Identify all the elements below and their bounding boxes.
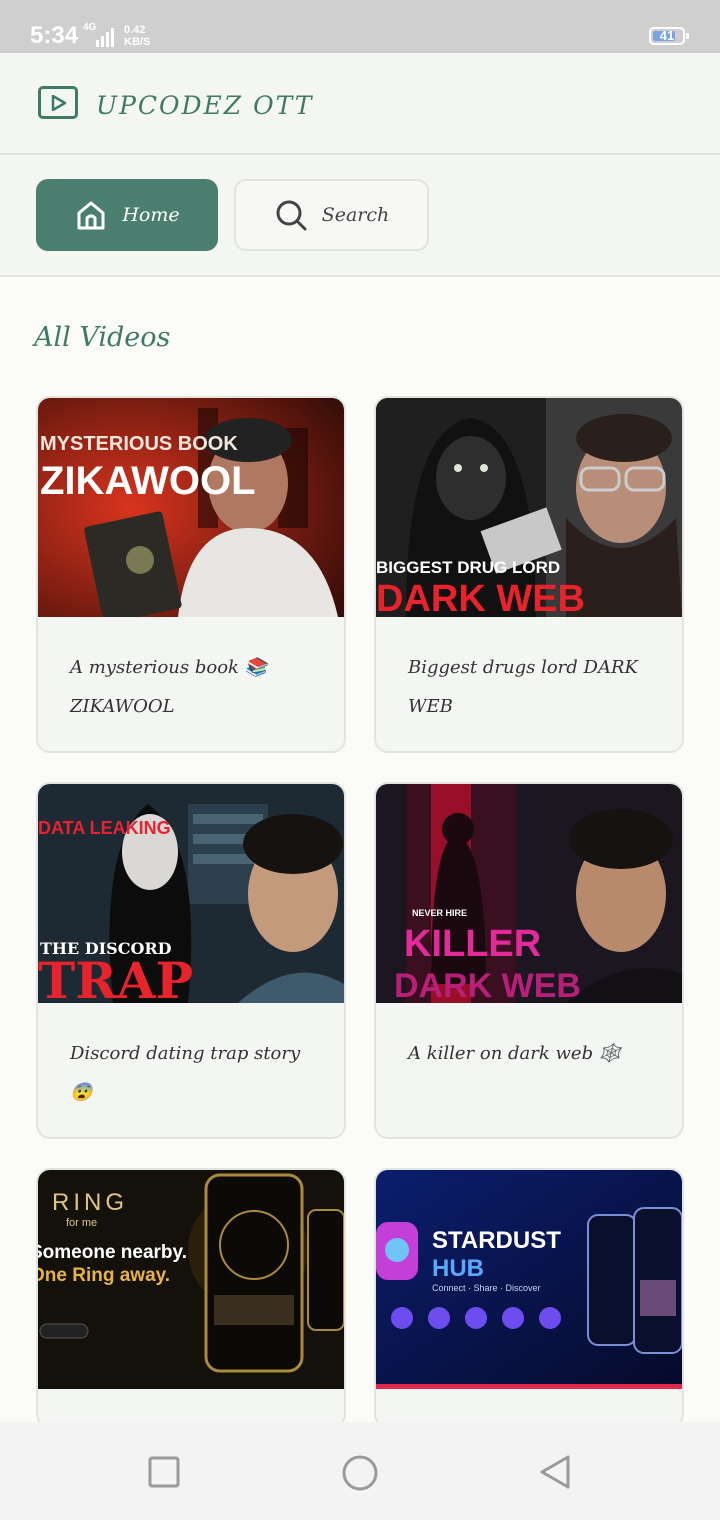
video-card[interactable]: MYSTERIOUS BOOK ZIKAWOOL A mysterious bo… <box>36 396 346 753</box>
brand-title: UPCODEZ OTT <box>96 91 314 120</box>
battery-level: 41 <box>659 28 675 43</box>
video-caption: A mysterious book 📚 ZIKAWOOL <box>70 657 268 717</box>
video-caption: Discord dating trap story 😨 <box>70 1043 301 1103</box>
search-icon <box>276 200 307 231</box>
home-button[interactable]: Home <box>36 179 218 251</box>
video-thumbnail[interactable]: DATA LEAKING THE DISCORD TRAP <box>38 784 344 1003</box>
video-thumbnail[interactable]: STARDUST HUB Connect · Share · Discover <box>376 1170 682 1389</box>
thumb-title: DARK WEB <box>376 578 585 617</box>
thumb-title: Someone nearby. <box>38 1242 187 1263</box>
home-icon <box>77 201 105 230</box>
video-caption: A killer on dark web 🕸️ <box>408 1043 622 1064</box>
video-caption: Biggest drugs lord DARK WEB <box>408 657 638 717</box>
thumb-title: DARK WEB <box>394 967 581 1003</box>
status-bar: 5:34 4G 0.42 KB/S 41 <box>0 0 720 53</box>
video-card[interactable]: NEVER HIRE KILLER DARK WEB A killer on d… <box>374 782 684 1139</box>
thumb-title: ZIKAWOOL <box>40 459 256 503</box>
video-thumbnail[interactable]: MYSTERIOUS BOOK ZIKAWOOL <box>38 398 344 617</box>
thumb-title: for me <box>66 1217 97 1229</box>
battery-icon: 41 <box>649 27 689 45</box>
video-card[interactable]: STARDUST HUB Connect · Share · Discover <box>374 1168 684 1428</box>
video-card[interactable]: BIGGEST DRUG LORD DARK WEB Biggest drugs… <box>374 396 684 753</box>
search-button[interactable]: Search <box>234 179 429 251</box>
thumb-title: KILLER <box>404 923 541 965</box>
home-label: Home <box>122 204 180 226</box>
status-time: 5:34 <box>30 22 79 49</box>
thumb-title: NEVER HIRE <box>412 908 467 918</box>
home-nav-button[interactable] <box>341 1454 379 1492</box>
system-nav-bar <box>0 1422 720 1520</box>
thumb-title: MYSTERIOUS BOOK <box>40 433 238 455</box>
back-button[interactable] <box>538 1454 572 1490</box>
recents-button[interactable] <box>148 1456 180 1488</box>
search-label: Search <box>321 204 390 226</box>
section-title: All Videos <box>34 322 171 353</box>
video-thumbnail[interactable]: BIGGEST DRUG LORD DARK WEB <box>376 398 682 617</box>
video-thumbnail[interactable]: NEVER HIRE KILLER DARK WEB <box>376 784 682 1003</box>
thumb-title: TRAP <box>38 951 193 1003</box>
network-speed: 0.42 KB/S <box>124 24 151 48</box>
network-type: 4G <box>83 22 97 33</box>
signal-icon <box>96 28 114 47</box>
video-card[interactable]: DATA LEAKING THE DISCORD TRAP Discord da… <box>36 782 346 1139</box>
app-header: UPCODEZ OTT <box>0 53 720 155</box>
thumb-title: One Ring away. <box>38 1265 170 1286</box>
thumb-title: STARDUST <box>432 1227 561 1254</box>
nav-bar: Home Search <box>0 155 720 277</box>
thumb-title: Connect · Share · Discover <box>432 1283 541 1293</box>
thumb-title: HUB <box>432 1255 484 1282</box>
play-logo-icon <box>38 86 78 119</box>
thumb-title: RING <box>52 1189 128 1216</box>
thumb-title: DATA LEAKING <box>38 818 171 838</box>
video-thumbnail[interactable]: RING for me Someone nearby. One Ring awa… <box>38 1170 344 1389</box>
video-card[interactable]: RING for me Someone nearby. One Ring awa… <box>36 1168 346 1428</box>
thumb-title: BIGGEST DRUG LORD <box>376 558 560 577</box>
